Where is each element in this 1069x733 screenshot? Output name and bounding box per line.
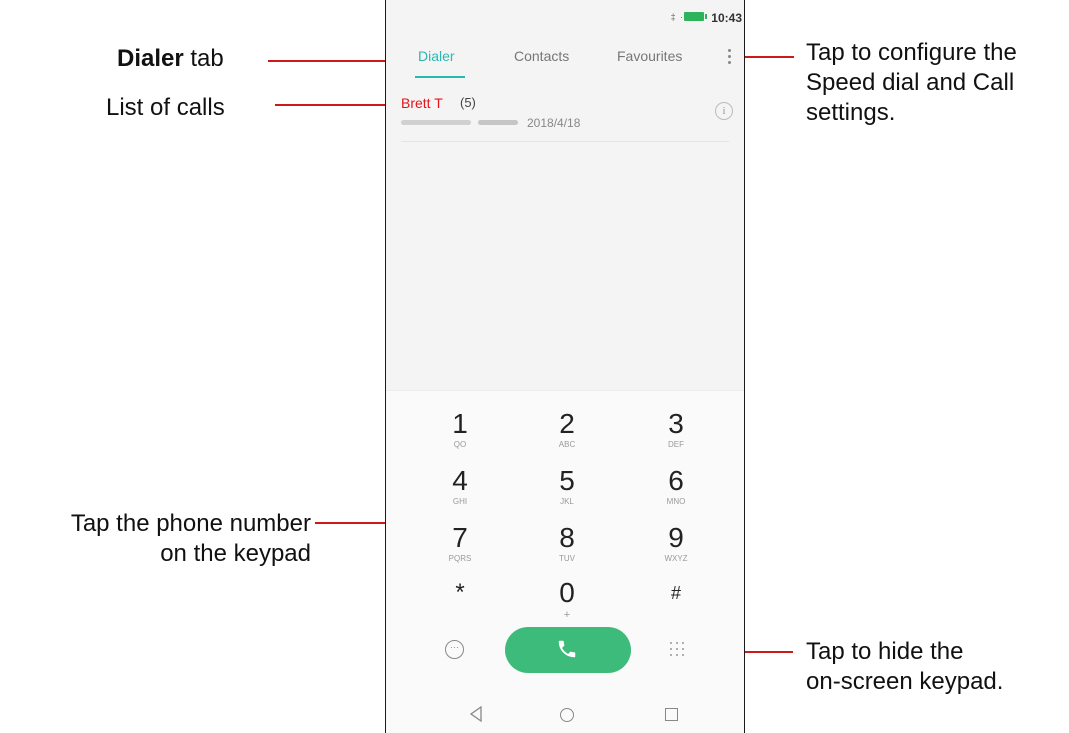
call-date: 2018/4/18: [527, 116, 581, 130]
key-digit: 3: [668, 408, 684, 439]
call-button[interactable]: [505, 627, 631, 673]
annotation-list-of-calls: List of calls: [106, 94, 225, 121]
hide-keypad-icon[interactable]: [670, 642, 686, 658]
annotation-keypad-line2: on the keypad: [160, 540, 311, 567]
key-letters: [636, 609, 716, 619]
key-6[interactable]: 6 MNO: [636, 466, 716, 507]
annotation-settings-line3: settings.: [806, 99, 896, 126]
status-time: 10:43: [711, 11, 742, 25]
key-letters: JKL: [560, 497, 574, 506]
annotation-keypad-line1: Tap the phone number: [70, 510, 311, 537]
key-9[interactable]: 9 WXYZ: [636, 523, 716, 564]
active-tab-indicator: [415, 76, 465, 78]
key-hash[interactable]: #: [636, 578, 716, 619]
call-log-entry[interactable]: Brett T (5) 2018/4/18 i: [386, 92, 744, 142]
key-letters: PQRS: [448, 554, 472, 563]
tab-favourites[interactable]: Favourites: [617, 48, 682, 64]
key-digit: 4: [452, 465, 468, 496]
key-digit: 2: [559, 408, 575, 439]
key-letters: DEF: [668, 440, 684, 449]
key-digit: 0: [559, 577, 575, 608]
key-8[interactable]: 8 TUV: [527, 523, 607, 564]
annotation-settings-line2: Speed dial and Call: [806, 69, 1015, 96]
battery-icon: [684, 12, 707, 21]
key-4[interactable]: 4 GHI: [420, 466, 500, 507]
annotation-dialer-rest: tab: [183, 45, 224, 72]
key-letters: [420, 609, 500, 619]
message-icon[interactable]: ···: [445, 640, 464, 659]
key-digit: 9: [668, 522, 684, 553]
annotation-settings-line1: Tap to configure the: [806, 39, 1017, 66]
key-letters: +: [563, 609, 571, 621]
annotation-hide-keypad: Tap to hide the on-screen keypad.: [806, 637, 1003, 697]
phone-icon: [558, 640, 576, 658]
back-icon[interactable]: [469, 706, 483, 722]
key-star[interactable]: *: [420, 578, 500, 619]
key-letters: WXYZ: [664, 554, 688, 563]
status-bar: ‡ ·íˡ 10:43: [386, 0, 744, 34]
key-7[interactable]: 7 PQRS: [420, 523, 500, 564]
key-digit: 1: [452, 408, 468, 439]
key-5[interactable]: 5 JKL: [527, 466, 607, 507]
phone-screen: ‡ ·íˡ 10:43 Dialer Contacts Favourites B…: [385, 0, 745, 733]
blurred-location: [478, 120, 518, 125]
key-digit: 7: [452, 522, 468, 553]
key-digit: *: [455, 579, 465, 606]
call-contact-name: Brett T: [401, 95, 443, 111]
dial-keypad: 1 QO 2 ABC 3 DEF 4 GHI 5 JKL 6 MNO 7 PQRS 8 TUV …: [386, 390, 744, 733]
more-options-icon[interactable]: [722, 46, 736, 68]
key-letters: GHI: [452, 497, 468, 506]
annotation-settings: Tap to configure the Speed dial and Call…: [806, 38, 1017, 128]
annotation-dialer-tab: Dialer tab: [117, 44, 224, 74]
list-divider: [401, 141, 729, 142]
key-2[interactable]: 2 ABC: [527, 409, 607, 450]
key-1[interactable]: 1 QO: [420, 409, 500, 450]
info-icon[interactable]: i: [715, 102, 733, 120]
key-letters: QO: [453, 440, 467, 449]
key-digit: 5: [559, 465, 575, 496]
pointer-line-dialer: [268, 60, 400, 62]
key-3[interactable]: 3 DEF: [636, 409, 716, 450]
key-letters: ABC: [558, 440, 576, 449]
recent-apps-icon[interactable]: [665, 708, 678, 721]
key-letters: TUV: [559, 554, 575, 563]
annotation-keypad: Tap the phone number on the keypad: [71, 509, 311, 569]
call-count: (5): [460, 95, 476, 110]
key-0[interactable]: 0 +: [527, 577, 607, 622]
pointer-line-calls: [275, 104, 395, 106]
home-icon[interactable]: [560, 708, 574, 722]
key-letters: MNO: [666, 497, 686, 506]
blurred-number: [401, 120, 471, 125]
key-digit: 6: [668, 465, 684, 496]
annotation-hide-line2: on-screen keypad.: [806, 668, 1004, 695]
annotation-hide-line1: Tap to hide the: [806, 638, 964, 665]
key-digit: 8: [559, 522, 575, 553]
tab-bar: Dialer Contacts Favourites: [386, 44, 744, 80]
annotation-dialer-bold: Dialer: [117, 45, 184, 72]
key-digit: #: [670, 583, 681, 603]
tab-dialer[interactable]: Dialer: [418, 48, 455, 64]
tab-contacts[interactable]: Contacts: [514, 48, 569, 64]
navigation-bar: [386, 694, 744, 733]
